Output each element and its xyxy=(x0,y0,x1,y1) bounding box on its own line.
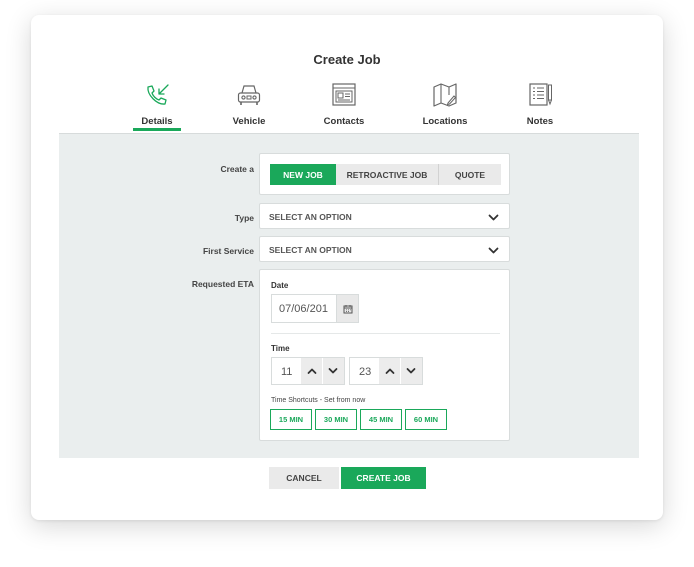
shortcut-60-min-button[interactable]: 60 MIN xyxy=(405,409,447,430)
type-select[interactable]: SELECT AN OPTION xyxy=(259,203,510,229)
retroactive-job-option[interactable]: RETROACTIVE JOB xyxy=(336,164,438,185)
first-service-label: First Service xyxy=(202,246,254,256)
create-job-button[interactable]: CREATE JOB xyxy=(341,467,426,489)
first-service-select[interactable]: SELECT AN OPTION xyxy=(259,236,510,262)
hour-value: 11 xyxy=(281,366,293,378)
tab-bar: Details Vehicle Contacts Locations Notes xyxy=(59,81,639,133)
chevron-up-icon xyxy=(307,368,316,374)
date-input[interactable]: 07/06/201 xyxy=(271,294,359,323)
tab-details[interactable]: Details xyxy=(117,81,197,131)
phone-arrow-icon xyxy=(147,84,169,105)
date-label: Date xyxy=(271,281,289,290)
minute-decrement-button[interactable] xyxy=(400,358,421,384)
minute-stepper-arrows xyxy=(379,358,422,384)
shortcut-15-min-button[interactable]: 15 MIN xyxy=(270,409,312,430)
chevron-up-icon xyxy=(385,368,394,374)
job-kind-box: NEW JOB RETROACTIVE JOB QUOTE xyxy=(259,153,510,195)
minute-value: 23 xyxy=(359,366,372,378)
contact-card-icon xyxy=(332,83,356,106)
job-kind-toggle: NEW JOB RETROACTIVE JOB QUOTE xyxy=(270,164,501,185)
type-label: Type xyxy=(234,213,254,223)
cancel-button[interactable]: CANCEL xyxy=(269,467,339,489)
chevron-down-icon xyxy=(488,247,499,254)
minute-stepper[interactable]: 23 xyxy=(349,357,423,385)
chevron-down-icon xyxy=(328,368,338,374)
create-a-label: Create a xyxy=(220,164,254,174)
tab-vehicle[interactable]: Vehicle xyxy=(209,81,289,127)
tab-label: Locations xyxy=(422,116,468,127)
shortcut-30-min-button[interactable]: 30 MIN xyxy=(315,409,357,430)
map-icon xyxy=(433,83,457,107)
hour-stepper[interactable]: 11 xyxy=(271,357,345,385)
minute-increment-button[interactable] xyxy=(379,358,400,384)
active-tab-indicator xyxy=(133,128,181,131)
hour-decrement-button[interactable] xyxy=(322,358,343,384)
section-divider xyxy=(271,333,500,334)
quote-option[interactable]: QUOTE xyxy=(438,164,501,185)
requested-eta-label: Requested ETA xyxy=(191,279,254,289)
tab-locations[interactable]: Locations xyxy=(405,81,485,127)
calendar-icon xyxy=(343,304,352,313)
requested-eta-box: Date 07/06/201 Time 11 23 Time Shortcuts… xyxy=(259,269,510,441)
shortcut-45-min-button[interactable]: 45 MIN xyxy=(360,409,402,430)
details-form: Create a NEW JOB RETROACTIVE JOB QUOTE T… xyxy=(59,133,639,458)
time-label: Time xyxy=(271,344,290,353)
car-icon xyxy=(237,85,261,105)
tab-label: Contacts xyxy=(323,116,365,127)
hour-stepper-arrows xyxy=(301,358,344,384)
notes-icon xyxy=(529,83,552,106)
dialog-title: Create Job xyxy=(313,52,381,67)
create-job-dialog: Create Job Details Vehicle Contacts Loca… xyxy=(31,15,663,520)
chevron-down-icon xyxy=(488,214,499,221)
tab-label: Vehicle xyxy=(232,116,266,127)
type-select-value: SELECT AN OPTION xyxy=(269,212,352,222)
tab-contacts[interactable]: Contacts xyxy=(304,81,384,127)
time-shortcuts: 15 MIN 30 MIN 45 MIN 60 MIN xyxy=(270,409,450,430)
new-job-option[interactable]: NEW JOB xyxy=(270,164,336,185)
date-value: 07/06/201 xyxy=(279,303,328,315)
tab-notes[interactable]: Notes xyxy=(500,81,580,127)
hour-increment-button[interactable] xyxy=(301,358,322,384)
tab-label: Details xyxy=(141,116,173,127)
tab-label: Notes xyxy=(526,116,554,127)
calendar-button[interactable] xyxy=(336,295,358,322)
first-service-select-value: SELECT AN OPTION xyxy=(269,245,352,255)
time-shortcuts-label: Time Shortcuts - Set from now xyxy=(271,397,366,404)
chevron-down-icon xyxy=(406,368,416,374)
